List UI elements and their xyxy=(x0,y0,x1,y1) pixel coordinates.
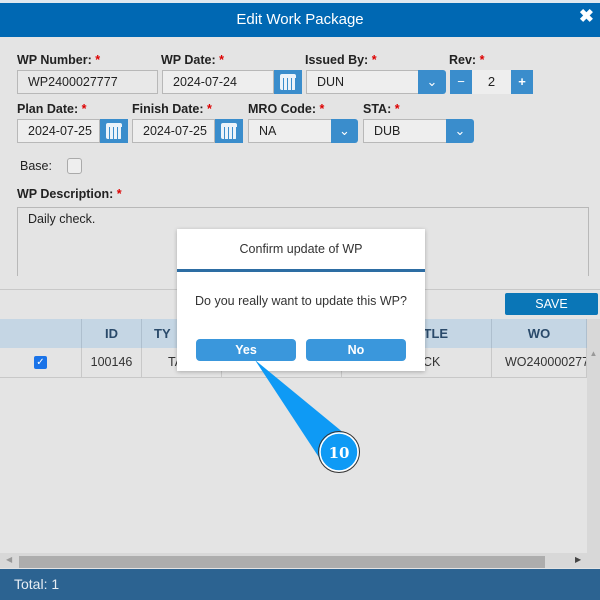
callout-number: 10 xyxy=(329,444,350,462)
step-callout: 10 xyxy=(255,360,360,473)
